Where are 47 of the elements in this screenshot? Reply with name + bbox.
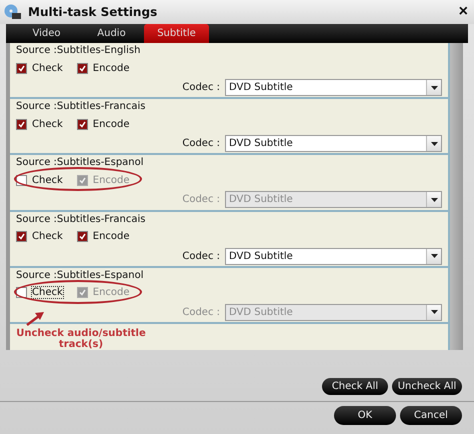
- codec-dropdown[interactable]: DVD Subtitle: [225, 79, 442, 96]
- window-title: Multi-task Settings: [28, 5, 158, 19]
- tab[interactable]: Audio: [79, 24, 144, 43]
- close-button[interactable]: ×: [458, 4, 468, 20]
- tab[interactable]: Subtitle: [144, 24, 209, 43]
- annotation-text: Uncheck audio/subtitle track(s): [16, 328, 146, 350]
- check-all-button[interactable]: Check All: [322, 378, 388, 395]
- checkbox[interactable]: [76, 62, 88, 74]
- source-label: Source :Subtitles-Francais: [16, 101, 147, 114]
- source-label: Source :Subtitles-Espanol: [16, 270, 145, 283]
- check-label: Check: [32, 287, 63, 298]
- caret-icon: [430, 310, 438, 314]
- checkbox[interactable]: [76, 118, 88, 130]
- codec-dropdown[interactable]: DVD Subtitle: [225, 248, 442, 265]
- arrow: [26, 310, 46, 326]
- checkbox[interactable]: [16, 231, 27, 242]
- checkbox[interactable]: [76, 231, 88, 242]
- codec-label: Codec :: [182, 138, 220, 150]
- check-label: Check: [32, 231, 63, 242]
- source-label: Source :Subtitles-English: [16, 45, 142, 58]
- source-label: Source :Subtitles-Espanol: [16, 157, 145, 170]
- uncheck-all-button[interactable]: Uncheck All: [392, 378, 462, 395]
- checkbox[interactable]: [16, 118, 27, 130]
- codec-dropdown[interactable]: DVD Subtitle: [225, 135, 442, 152]
- check-label: Check: [32, 118, 63, 130]
- ok-button[interactable]: OK: [334, 406, 396, 425]
- codec-label: Codec :: [182, 250, 220, 262]
- check-label: Check: [32, 62, 63, 74]
- codec-label: Codec :: [182, 82, 220, 93]
- source-label: Source :Subtitles-Francais: [16, 214, 147, 227]
- codec-label: Codec :: [182, 194, 220, 206]
- checkbox[interactable]: [16, 62, 27, 74]
- cancel-button[interactable]: Cancel: [400, 406, 462, 425]
- encode-label: Encode: [92, 174, 130, 186]
- caret-icon: [430, 254, 438, 258]
- encode-label: Encode: [92, 62, 130, 74]
- check-label: Check: [32, 174, 63, 186]
- film-disc-icon: [4, 4, 22, 20]
- encode-label: Encode: [92, 118, 130, 130]
- caret-icon: [430, 142, 438, 146]
- encode-label: Encode: [92, 287, 130, 298]
- caret-icon: [430, 198, 438, 202]
- caret-icon: [430, 86, 438, 90]
- codec-label: Codec :: [182, 306, 220, 318]
- encode-label: Encode: [92, 231, 130, 242]
- tab[interactable]: Video: [14, 24, 79, 43]
- scrollbar[interactable]: [450, 43, 463, 350]
